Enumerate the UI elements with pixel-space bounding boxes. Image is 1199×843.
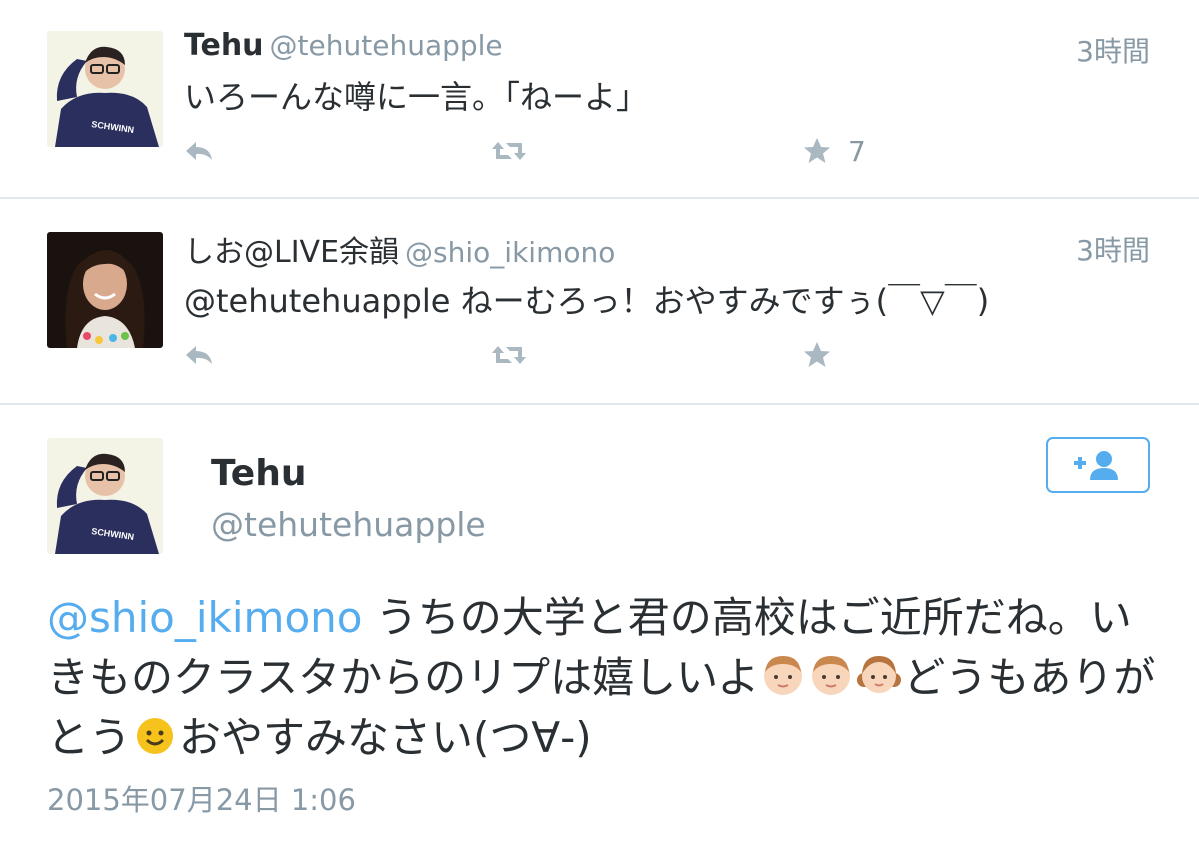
tweet-timestamp[interactable]: 3時間 [1076, 30, 1150, 70]
boy-emoji-icon [812, 656, 851, 695]
mention-link[interactable]: @shio_ikimono [47, 593, 362, 642]
boy-emoji-icon [764, 656, 803, 695]
follow-button[interactable] [1046, 437, 1150, 493]
tweet-text: いろーんな噂に一言。「ねーよ」 [184, 78, 649, 116]
star-icon [804, 138, 830, 163]
main-tweet: SCHWINN Tehu @tehutehuapple @shio_ikimon… [0, 405, 1199, 843]
user-name[interactable]: Tehu [211, 453, 306, 494]
reply-icon [186, 142, 212, 160]
tweet-header: Tehu @tehutehuapple [184, 28, 503, 63]
tweet-item[interactable]: SCHWINN Tehu @tehutehuapple 3時間 いろーんな噂に一言… [0, 0, 1199, 199]
tweet-text: @tehutehuapple ねーむろっ！おやすみですぅ(￣▽￣) [184, 282, 990, 320]
tweet-item[interactable]: しお@LIVE余韻 @shio_ikimono 3時間 @tehutehuappl… [0, 199, 1199, 405]
favorite-count: 7 [848, 134, 866, 168]
user-name[interactable]: Tehu [184, 28, 264, 63]
retweet-icon [492, 346, 526, 364]
reply-button[interactable] [184, 338, 216, 372]
girl-emoji-icon [857, 656, 902, 693]
favorite-button[interactable] [802, 338, 832, 372]
tweet-actions [0, 338, 1199, 372]
follow-add-user-icon [1074, 451, 1118, 480]
tweet-actions: 7 [0, 134, 1199, 168]
tweet-text-part: おやすみなさい(つ∀-) [179, 713, 592, 762]
avatar[interactable]: SCHWINN [47, 438, 163, 554]
user-handle[interactable]: @tehutehuapple [211, 505, 486, 544]
smile-emoji-icon [137, 718, 174, 754]
retweet-button[interactable] [490, 338, 528, 372]
tweet-timestamp[interactable]: 3時間 [1076, 229, 1150, 269]
user-handle[interactable]: @tehutehuapple [270, 29, 503, 62]
user-name[interactable]: しお@LIVE余韻 [184, 235, 399, 270]
star-icon [804, 342, 830, 367]
tweet-text: @shio_ikimono うちの大学と君の高校はご近所だね。いきものクラスタか… [47, 588, 1157, 768]
tweet-header: しお@LIVE余韻 @shio_ikimono [184, 227, 615, 271]
avatar[interactable] [47, 232, 163, 348]
user-handle[interactable]: @shio_ikimono [405, 236, 615, 269]
retweet-icon [492, 142, 526, 160]
avatar[interactable]: SCHWINN [47, 31, 163, 147]
tweet-date[interactable]: 2015年07月24日 1:06 [47, 777, 356, 819]
reply-button[interactable] [184, 134, 216, 168]
retweet-button[interactable] [490, 134, 528, 168]
reply-icon [186, 346, 212, 364]
favorite-button[interactable]: 7 [802, 134, 866, 168]
